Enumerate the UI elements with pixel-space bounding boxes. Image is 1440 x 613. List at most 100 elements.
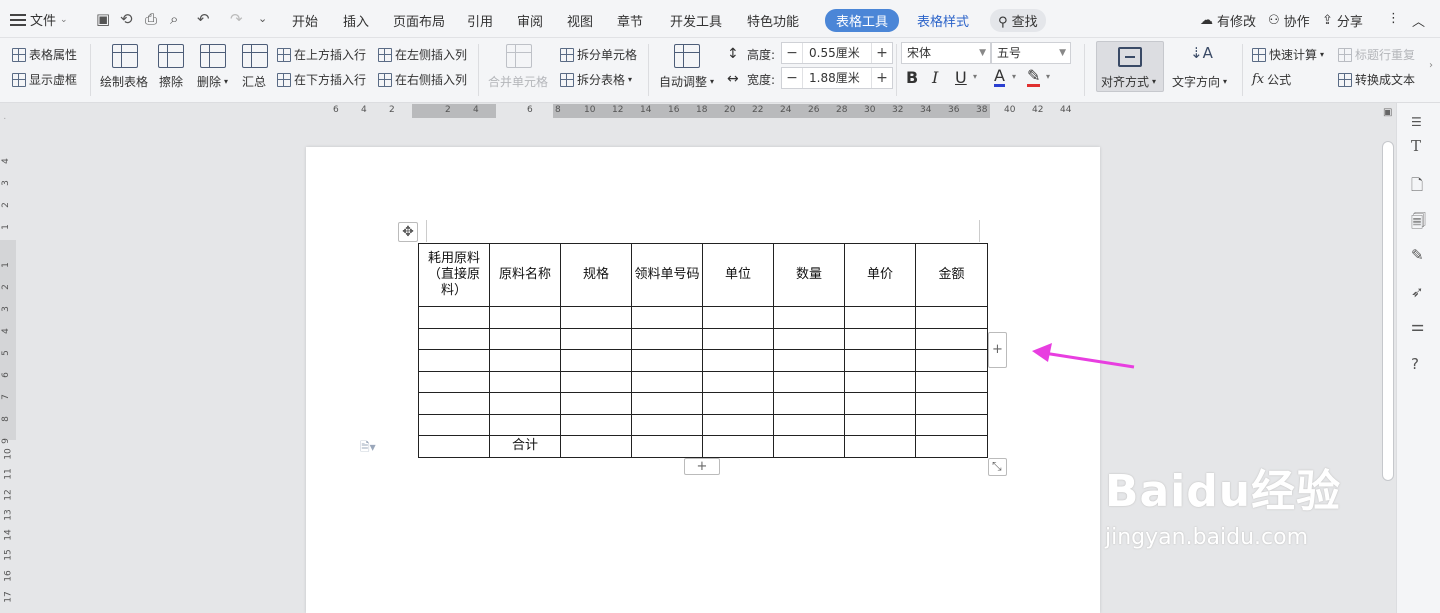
- side-menu-icon[interactable]: ☰: [1411, 115, 1422, 129]
- height-value[interactable]: 0.55厘米: [802, 43, 872, 63]
- table-cell[interactable]: [631, 413, 703, 436]
- search-box[interactable]: ⚲ 查找: [990, 9, 1046, 32]
- table-cell[interactable]: [702, 349, 774, 372]
- tab-references[interactable]: 引用: [467, 11, 493, 30]
- table-row[interactable]: [418, 349, 988, 372]
- format-painter-icon[interactable]: ⟲: [120, 10, 133, 28]
- table-cell[interactable]: [560, 392, 632, 415]
- total-label-cell[interactable]: 合计: [489, 435, 561, 458]
- table-cell[interactable]: [418, 327, 490, 350]
- table-cell[interactable]: [489, 349, 561, 372]
- table-row[interactable]: [418, 370, 988, 393]
- redo-icon[interactable]: ↷: [230, 10, 243, 28]
- table-header-cell[interactable]: 单位: [702, 243, 774, 307]
- table-header-cell[interactable]: 单价: [844, 243, 916, 307]
- table-cell[interactable]: [773, 370, 845, 393]
- table-cell[interactable]: [631, 370, 703, 393]
- table-cell[interactable]: [702, 392, 774, 415]
- font-size-select[interactable]: 五号 ▼: [991, 42, 1071, 64]
- table-cell[interactable]: [560, 327, 632, 350]
- insert-row-above-button[interactable]: 在上方插入行: [277, 46, 366, 63]
- table-cell[interactable]: [844, 306, 916, 329]
- table-cell[interactable]: [489, 392, 561, 415]
- customize-dropdown-icon[interactable]: ⌄: [258, 10, 267, 28]
- table-header-cell[interactable]: 领料单号码: [631, 243, 703, 307]
- table-cell[interactable]: [702, 435, 774, 458]
- tab-view[interactable]: 视图: [567, 11, 593, 30]
- help-icon[interactable]: ?: [1411, 355, 1419, 373]
- table-cell[interactable]: [773, 327, 845, 350]
- cursor-icon[interactable]: ➶: [1411, 283, 1424, 301]
- text-direction-button[interactable]: 文字方向 ▾: [1172, 73, 1227, 90]
- table-cell[interactable]: [418, 435, 490, 458]
- print-icon[interactable]: ⎙: [145, 10, 157, 28]
- tab-table-tools[interactable]: 表格工具: [825, 9, 900, 32]
- draw-table-button[interactable]: 绘制表格: [100, 73, 148, 90]
- tab-special-features[interactable]: 特色功能: [747, 11, 799, 30]
- document-settings-icon[interactable]: 🗐: [1411, 211, 1426, 236]
- table-cell[interactable]: [631, 306, 703, 329]
- data-table[interactable]: 耗用原料（直接原料） 原料名称 规格 领料单号码 单位 数量 单价 金额合计: [418, 243, 988, 458]
- table-cell[interactable]: [489, 370, 561, 393]
- table-cell[interactable]: [702, 413, 774, 436]
- table-header-row[interactable]: 耗用原料（直接原料） 原料名称 规格 领料单号码 单位 数量 单价 金额: [418, 243, 988, 307]
- ribbon-scroll-icon[interactable]: ›: [1429, 60, 1433, 71]
- add-column-button[interactable]: +: [988, 332, 1007, 368]
- table-cell[interactable]: [560, 435, 632, 458]
- modified-status-button[interactable]: ☁ 有修改: [1200, 11, 1256, 30]
- more-options-icon[interactable]: ⋮: [1387, 11, 1400, 26]
- decrease-height-button[interactable]: −: [782, 45, 802, 61]
- tab-insert[interactable]: 插入: [343, 11, 369, 30]
- text-style-icon[interactable]: T: [1411, 137, 1421, 155]
- table-move-handle[interactable]: ✥: [398, 222, 418, 242]
- table-cell[interactable]: [560, 306, 632, 329]
- table-cell[interactable]: [844, 349, 916, 372]
- table-header-cell[interactable]: 耗用原料（直接原料）: [418, 243, 490, 307]
- table-row[interactable]: [418, 413, 988, 436]
- table-cell[interactable]: [418, 349, 490, 372]
- insert-row-below-button[interactable]: 在下方插入行: [277, 71, 366, 88]
- table-cell[interactable]: [773, 349, 845, 372]
- document-search-icon[interactable]: 🗋: [1411, 175, 1423, 200]
- split-cells-button[interactable]: 拆分单元格: [560, 46, 637, 63]
- erase-button[interactable]: 擦除: [159, 73, 183, 90]
- width-stepper[interactable]: − 1.88厘米 +: [781, 67, 893, 89]
- save-icon[interactable]: ▣: [96, 10, 110, 28]
- table-cell[interactable]: [915, 392, 988, 415]
- table-cell[interactable]: [702, 306, 774, 329]
- highlight-icon[interactable]: ✎: [1027, 68, 1041, 87]
- table-properties-button[interactable]: 表格属性: [12, 46, 77, 63]
- merge-cells-button[interactable]: 合并单元格: [488, 73, 548, 90]
- table-cell[interactable]: [915, 370, 988, 393]
- table-cell[interactable]: [844, 370, 916, 393]
- summary-button[interactable]: 汇总: [242, 73, 266, 90]
- scroll-top-icon[interactable]: ▣: [1383, 107, 1392, 118]
- title-repeat-button[interactable]: 标题行重复: [1338, 46, 1415, 63]
- tab-home[interactable]: 开始: [292, 11, 318, 30]
- table-cell[interactable]: [560, 349, 632, 372]
- font-name-select[interactable]: 宋体 ▼: [901, 42, 991, 64]
- table-cell[interactable]: [915, 349, 988, 372]
- table-cell[interactable]: [844, 413, 916, 436]
- table-header-cell[interactable]: 金额: [915, 243, 988, 307]
- table-cell[interactable]: [773, 306, 845, 329]
- collapse-ribbon-icon[interactable]: ︿: [1412, 11, 1425, 30]
- decrease-width-button[interactable]: −: [782, 70, 802, 86]
- table-cell[interactable]: [915, 327, 988, 350]
- table-cell[interactable]: [418, 392, 490, 415]
- table-cell[interactable]: [773, 435, 845, 458]
- vertical-scrollbar[interactable]: ▣: [1380, 103, 1396, 613]
- table-header-cell[interactable]: 规格: [560, 243, 632, 307]
- scrollbar-thumb[interactable]: [1382, 141, 1394, 481]
- tab-page-layout[interactable]: 页面布局: [393, 11, 445, 30]
- table-cell[interactable]: [773, 413, 845, 436]
- bold-button[interactable]: B: [906, 68, 918, 87]
- table-cell[interactable]: [844, 392, 916, 415]
- tab-sections[interactable]: 章节: [617, 11, 643, 30]
- table-cell[interactable]: [631, 392, 703, 415]
- table-cell[interactable]: [418, 413, 490, 436]
- table-cell[interactable]: [560, 370, 632, 393]
- settings-sliders-icon[interactable]: ⚌: [1411, 317, 1424, 335]
- align-button[interactable]: 对齐方式 ▾: [1096, 41, 1164, 92]
- share-button[interactable]: ⇪ 分享: [1322, 11, 1363, 30]
